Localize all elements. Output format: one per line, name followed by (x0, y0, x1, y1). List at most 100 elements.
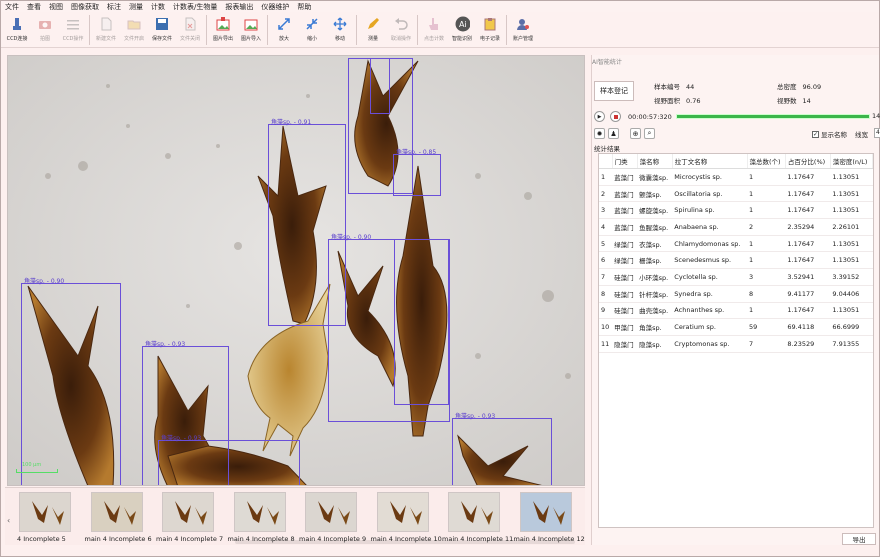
table-cell: 3.52941 (785, 268, 831, 286)
toolbar-usb-button[interactable]: CCD连接 (3, 12, 31, 48)
show-name-checkbox[interactable]: ✓ 显示名称 线宽 (812, 129, 868, 139)
menu-item[interactable]: 文件 (5, 2, 19, 12)
thumbnail-image[interactable] (376, 492, 429, 532)
thumbnail-image[interactable] (233, 492, 286, 532)
table-cell: 2 (747, 218, 786, 236)
thumbnail-image[interactable] (162, 492, 214, 532)
toolbar-save-button[interactable]: 保存文件 (148, 12, 176, 48)
toolbar-ai-button[interactable]: Ai 智能识别 (448, 12, 476, 48)
menu-item[interactable]: 报表输出 (225, 2, 253, 12)
stamp-tool-button[interactable]: ♟ (608, 128, 619, 139)
table-row[interactable]: 10 甲藻门 角藻sp. Ceratium sp. 59 69.4118 66.6999 (599, 318, 873, 336)
menu-item[interactable]: 计数表/生物量 (173, 2, 217, 12)
table-row[interactable]: 3 蓝藻门 螺旋藻sp. Spirulina sp. 1 1.17647 1.13051 (599, 201, 873, 220)
toolbar-separator (417, 15, 418, 45)
menu-item[interactable]: 计数 (151, 2, 165, 12)
table-cell: Cyclotella sp. (672, 268, 747, 286)
toolbar-close-file-button[interactable]: 文件关闭 (176, 12, 204, 48)
table-row[interactable]: 5 绿藻门 衣藻sp. Chlamydomonas sp. 1 1.17647 1.1305… (599, 235, 873, 253)
sample-register-button[interactable]: 样本登记 (594, 81, 634, 101)
menu-item[interactable]: 查看 (27, 2, 41, 12)
play-button[interactable]: ▶ (594, 111, 605, 122)
crosshair-icon: ⊕ (632, 129, 639, 138)
menu-item[interactable]: 仪器维护 (261, 2, 289, 12)
detection-box[interactable] (394, 239, 449, 405)
toolbar-hand-pointer-button[interactable]: 点击计数 (420, 12, 448, 48)
toolbar-zoom-in-button[interactable]: 放大 (270, 12, 298, 48)
export-button[interactable]: 导出 (842, 533, 876, 545)
toolbar-camera-button[interactable]: 拍图 (31, 12, 59, 48)
table-row[interactable]: 7 硅藻门 小环藻sp. Cyclotella sp. 3 3.52941 3.39152 (599, 268, 873, 286)
toolbar-new-file-button[interactable]: 新建文件 (92, 12, 120, 48)
table-row[interactable]: 11 隐藻门 隐藻sp. Cryptomonas sp. 7 8.23529 7.91355 (599, 335, 873, 353)
target-tool-button[interactable]: ⊕ (630, 128, 641, 139)
column-header[interactable]: 藻总数(个) (747, 154, 786, 169)
menu-item[interactable]: 帮助 (297, 2, 311, 12)
detection-box[interactable]: 角藻sp. - 0.90 (21, 278, 121, 485)
toolbar-label: 点击计数 (423, 36, 444, 42)
table-cell: 1.13051 (830, 201, 873, 220)
magnify-tool-button[interactable]: ⌕ (644, 128, 655, 139)
chevron-left-icon[interactable]: ‹ (7, 516, 10, 525)
thumbnail-image[interactable] (519, 492, 572, 532)
thumbnail-image[interactable] (305, 492, 357, 532)
settings-tool-button[interactable]: ✹ (594, 128, 605, 139)
toolbar-pencil-button[interactable]: 测量 (359, 12, 387, 48)
sample-number-label: 样本编号 (654, 83, 680, 91)
table-cell: 1.13051 (830, 302, 873, 320)
detection-box[interactable] (370, 58, 390, 114)
table-row[interactable]: 4 蓝藻门 鱼腥藻sp. Anabaena sp. 2 2.35294 2.26101 (599, 218, 873, 236)
column-header[interactable]: 拉丁文名称 (672, 154, 748, 169)
new-file-icon (99, 16, 114, 31)
toolbar-image-import-button[interactable]: 图片导入 (237, 12, 265, 48)
table-cell: 2.35294 (785, 218, 831, 236)
toolbar-image-export-button[interactable]: 图片导出 (209, 12, 237, 48)
thumbnail-image[interactable] (90, 492, 143, 532)
thumbnail-graphic (175, 501, 207, 525)
table-cell: Chlamydomonas sp. (672, 235, 747, 253)
menu-item[interactable]: 测量 (129, 2, 143, 12)
detection-box[interactable]: 角藻sp. - 0.93 (452, 413, 552, 485)
toolbar-move-button[interactable]: 移动 (326, 12, 354, 48)
thumbnail-image[interactable] (448, 492, 500, 532)
table-cell: 甲藻门 (612, 318, 638, 336)
column-header[interactable]: 占百分比(%) (785, 154, 831, 169)
toolbar: CCD连接 拍图 CCD操作 新建文件 文件开启 保存文件 文件关闭 图片导出 图片导入 放大 缩小… (1, 12, 879, 48)
toolbar-undo-button[interactable]: 取消操作 (387, 12, 415, 48)
table-cell: 针杆藻sp. (637, 285, 673, 303)
detection-box[interactable]: 角藻sp. - 0.93 (158, 435, 300, 485)
toolbar-user-button[interactable]: 账户管理 (509, 12, 537, 48)
table-row[interactable]: 1 蓝藻门 微囊藻sp. Microcystis sp. 1 1.17647 1.13051 (599, 168, 873, 186)
table-cell: 1.13051 (830, 168, 873, 186)
toolbar-label: 缩小 (306, 36, 317, 42)
toolbar-open-folder-button[interactable]: 文件开启 (120, 12, 148, 48)
column-header[interactable]: 门类 (612, 154, 638, 169)
table-cell: 颤藻sp. (637, 185, 673, 203)
table-cell: 鱼腥藻sp. (637, 218, 673, 236)
column-header[interactable]: 藻名称 (637, 154, 673, 169)
column-header[interactable]: 藻密度(n/L) (830, 154, 874, 169)
table-row[interactable]: 9 硅藻门 曲壳藻sp. Achnanthes sp. 1 1.17647 1.13051 (599, 302, 873, 320)
column-header[interactable] (599, 154, 613, 169)
stop-button[interactable] (610, 111, 621, 122)
detection-label: 角藻sp. - 0.90 (331, 234, 372, 241)
toolbar-zoom-out-button[interactable]: 缩小 (298, 12, 326, 48)
microscope-image-view[interactable]: 角藻sp. - 0.91 角藻sp. - 0.85 角藻sp. - 0.90 角… (7, 55, 585, 486)
line-width-input[interactable]: 4 (874, 128, 880, 138)
gear-icon: ✹ (596, 129, 603, 138)
table-row[interactable]: 8 硅藻门 针杆藻sp. Synedra sp. 8 9.41177 9.04406 (599, 285, 873, 303)
table-cell: Achnanthes sp. (672, 302, 747, 320)
table-row[interactable]: 6 绿藻门 栅藻sp. Scenedesmus sp. 1 1.17647 1.13051 (599, 251, 873, 270)
toolbar-sliders-button[interactable]: CCD操作 (59, 12, 87, 48)
table-row[interactable]: 2 蓝藻门 颤藻sp. Oscillatoria sp. 1 1.17647 1.13051 (599, 185, 873, 203)
table-cell: 蓝藻门 (612, 201, 638, 220)
menu-item[interactable]: 图像获取 (71, 2, 99, 12)
menu-item[interactable]: 标注 (107, 2, 121, 12)
menu-item[interactable]: 视图 (49, 2, 63, 12)
table-cell: 3 (599, 201, 613, 220)
table-cell: 1.13051 (830, 235, 873, 253)
table-cell: 螺旋藻sp. (637, 201, 673, 220)
thumbnail-image[interactable] (19, 492, 71, 532)
toolbar-clipboard-button[interactable]: 电子记录 (476, 12, 504, 48)
table-cell: 9.41177 (785, 285, 831, 303)
